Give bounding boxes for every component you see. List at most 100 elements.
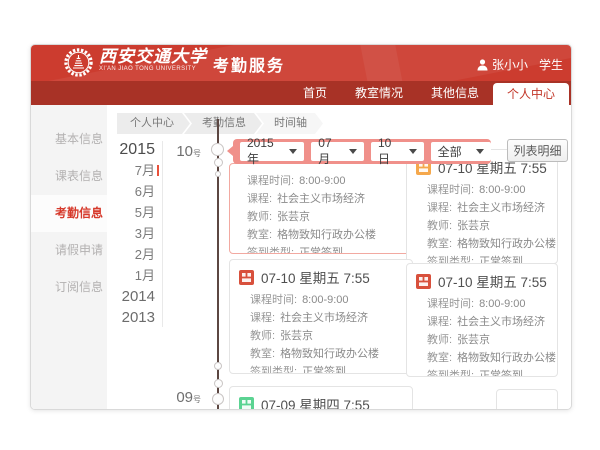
field-label: 教室: [427,238,452,250]
field-value: 正常签到 [299,247,343,254]
nav-item-personal-center[interactable]: 个人中心 [493,83,569,105]
breadcrumb-attendance-info[interactable]: 考勤信息 [184,113,262,134]
field-label: 教师: [427,334,452,346]
scale-year-2014[interactable]: 2014 [111,286,155,307]
user-role: 学生 [539,56,563,73]
scale-month-6[interactable]: 6月 [111,181,155,202]
day-label-09: 09号 [159,389,201,406]
field-label: 课程时间: [427,298,474,310]
field-value: 张芸京 [457,220,490,232]
month-dropdown[interactable]: 07月 [311,142,364,161]
university-brand: 西安交通大学 XI'AN JIAO TONG UNIVERSITY [99,47,207,73]
field-value: 社会主义市场经济 [280,312,368,324]
scale-year-2013[interactable]: 2013 [111,307,155,328]
field-value: 正常签到 [302,366,346,374]
field-label: 签到类型: [427,370,474,377]
attendance-card-partial [496,389,558,410]
field-label: 教室: [247,229,272,241]
field-value: 社会主义市场经济 [457,316,545,328]
timeline-dot [215,171,221,177]
day-label-10: 10号 [159,143,201,160]
timeline-dot [211,143,224,156]
breadcrumb-personal-center[interactable]: 个人中心 [117,113,190,134]
scale-year-2015[interactable]: 2015 [111,139,155,160]
field-label: 课程: [427,316,452,328]
sidebar-item-leave-request[interactable]: 请假申请 [31,232,107,269]
app-header: 西安交通大学 XI'AN JIAO TONG UNIVERSITY 考勤服务 张… [31,45,571,81]
sidebar-item-subscription-info[interactable]: 订阅信息 [31,269,107,306]
field-value: 社会主义市场经济 [277,193,365,205]
attendance-type-icon [416,274,431,289]
field-value: 格物致知行政办公楼 [457,238,556,250]
timeline-scale: 2015 7月 6月 5月 3月 2月 1月 2014 2013 [111,139,155,328]
field-value: 格物致知行政办公楼 [457,352,556,364]
sidebar-item-basic-info[interactable]: 基本信息 [31,121,107,158]
scale-month-1[interactable]: 1月 [111,265,155,286]
scale-month-7[interactable]: 7月 [111,160,155,181]
attendance-card: 07-10 星期五 7:55 课程时间:8:00-9:00 课程:社会主义市场经… [406,263,558,377]
field-value: 格物致知行政办公楼 [277,229,376,241]
field-label: 教室: [250,348,275,360]
filter-bar: 2015年 07月 10日 全部 [233,139,491,164]
chevron-down-icon [476,149,484,154]
attendance-card: 07-09 星期四 7:55 [229,386,413,410]
field-value: 社会主义市场经济 [457,202,545,214]
content: 个人中心 考勤信息 时间轴 2015 7月 6月 5月 3月 2月 1月 201… [107,105,571,409]
timeline-dot [214,362,222,370]
page: 西安交通大学 XI'AN JIAO TONG UNIVERSITY 考勤服务 张… [0,0,600,450]
field-label: 课程: [247,193,272,205]
nav-item-other-info[interactable]: 其他信息 [417,81,493,105]
field-label: 课程时间: [247,175,294,187]
sidebar: 基本信息 课表信息 考勤信息 请假申请 订阅信息 [31,105,107,409]
attendance-type-icon [239,397,254,411]
nav-item-home[interactable]: 首页 [289,81,341,105]
main-nav: 首页 教室情况 其他信息 个人中心 [31,81,571,105]
field-label: 教师: [427,220,452,232]
xjtu-emblem-icon [63,47,94,78]
field-value: 8:00-9:00 [302,294,348,306]
user-name: 张小小 [492,56,528,73]
sidebar-item-schedule-info[interactable]: 课表信息 [31,158,107,195]
field-value: 正常签到 [479,370,523,377]
timeline-dot [212,393,224,405]
attendance-card: 07-10 星期五 7:55 课程时间:8:00-9:00 课程:社会主义市场经… [229,259,413,374]
field-label: 教师: [247,211,272,223]
day-dropdown[interactable]: 10日 [371,142,424,161]
field-value: 张芸京 [280,330,313,342]
field-value: 8:00-9:00 [479,298,525,310]
chevron-down-icon [289,149,297,154]
field-label: 课程时间: [250,294,297,306]
field-value: 格物致知行政办公楼 [280,348,379,360]
field-label: 教师: [250,330,275,342]
field-label: 课程: [250,312,275,324]
scale-divider [162,141,163,327]
body: 基本信息 课表信息 考勤信息 请假申请 订阅信息 个人中心 考勤信息 时间轴 2… [31,105,571,409]
attendance-type-icon [239,270,254,285]
list-detail-button[interactable]: 列表明细 [507,139,568,162]
field-label: 课程时间: [427,184,474,196]
card-title: 07-09 星期四 7:55 [261,394,370,410]
scale-month-2[interactable]: 2月 [111,244,155,265]
timeline-dot [214,158,223,167]
breadcrumb: 个人中心 考勤信息 时间轴 [117,113,323,134]
user-info[interactable]: 张小小 学生 [477,56,563,73]
type-dropdown[interactable]: 全部 [431,142,491,161]
university-name-cn: 西安交通大学 [99,47,207,66]
field-value: 8:00-9:00 [299,175,345,187]
attendance-card: 课程时间:8:00-9:00 课程:社会主义市场经济 教师:张芸京 教室:格物致… [229,163,413,254]
scale-month-5[interactable]: 5月 [111,202,155,223]
active-month-marker [157,165,159,176]
scale-month-3[interactable]: 3月 [111,223,155,244]
university-name-en: XI'AN JIAO TONG UNIVERSITY [99,66,207,73]
field-label: 签到类型: [247,247,294,254]
year-dropdown[interactable]: 2015年 [240,142,304,161]
field-label: 课程: [427,202,452,214]
app-window: 西安交通大学 XI'AN JIAO TONG UNIVERSITY 考勤服务 张… [30,44,572,410]
field-label: 签到类型: [250,366,297,374]
field-value: 张芸京 [457,334,490,346]
chevron-down-icon [349,149,357,154]
app-title: 考勤服务 [213,52,285,76]
breadcrumb-timeline[interactable]: 时间轴 [256,113,323,134]
nav-item-classroom-status[interactable]: 教室情况 [341,81,417,105]
sidebar-item-attendance-info[interactable]: 考勤信息 [31,195,107,232]
